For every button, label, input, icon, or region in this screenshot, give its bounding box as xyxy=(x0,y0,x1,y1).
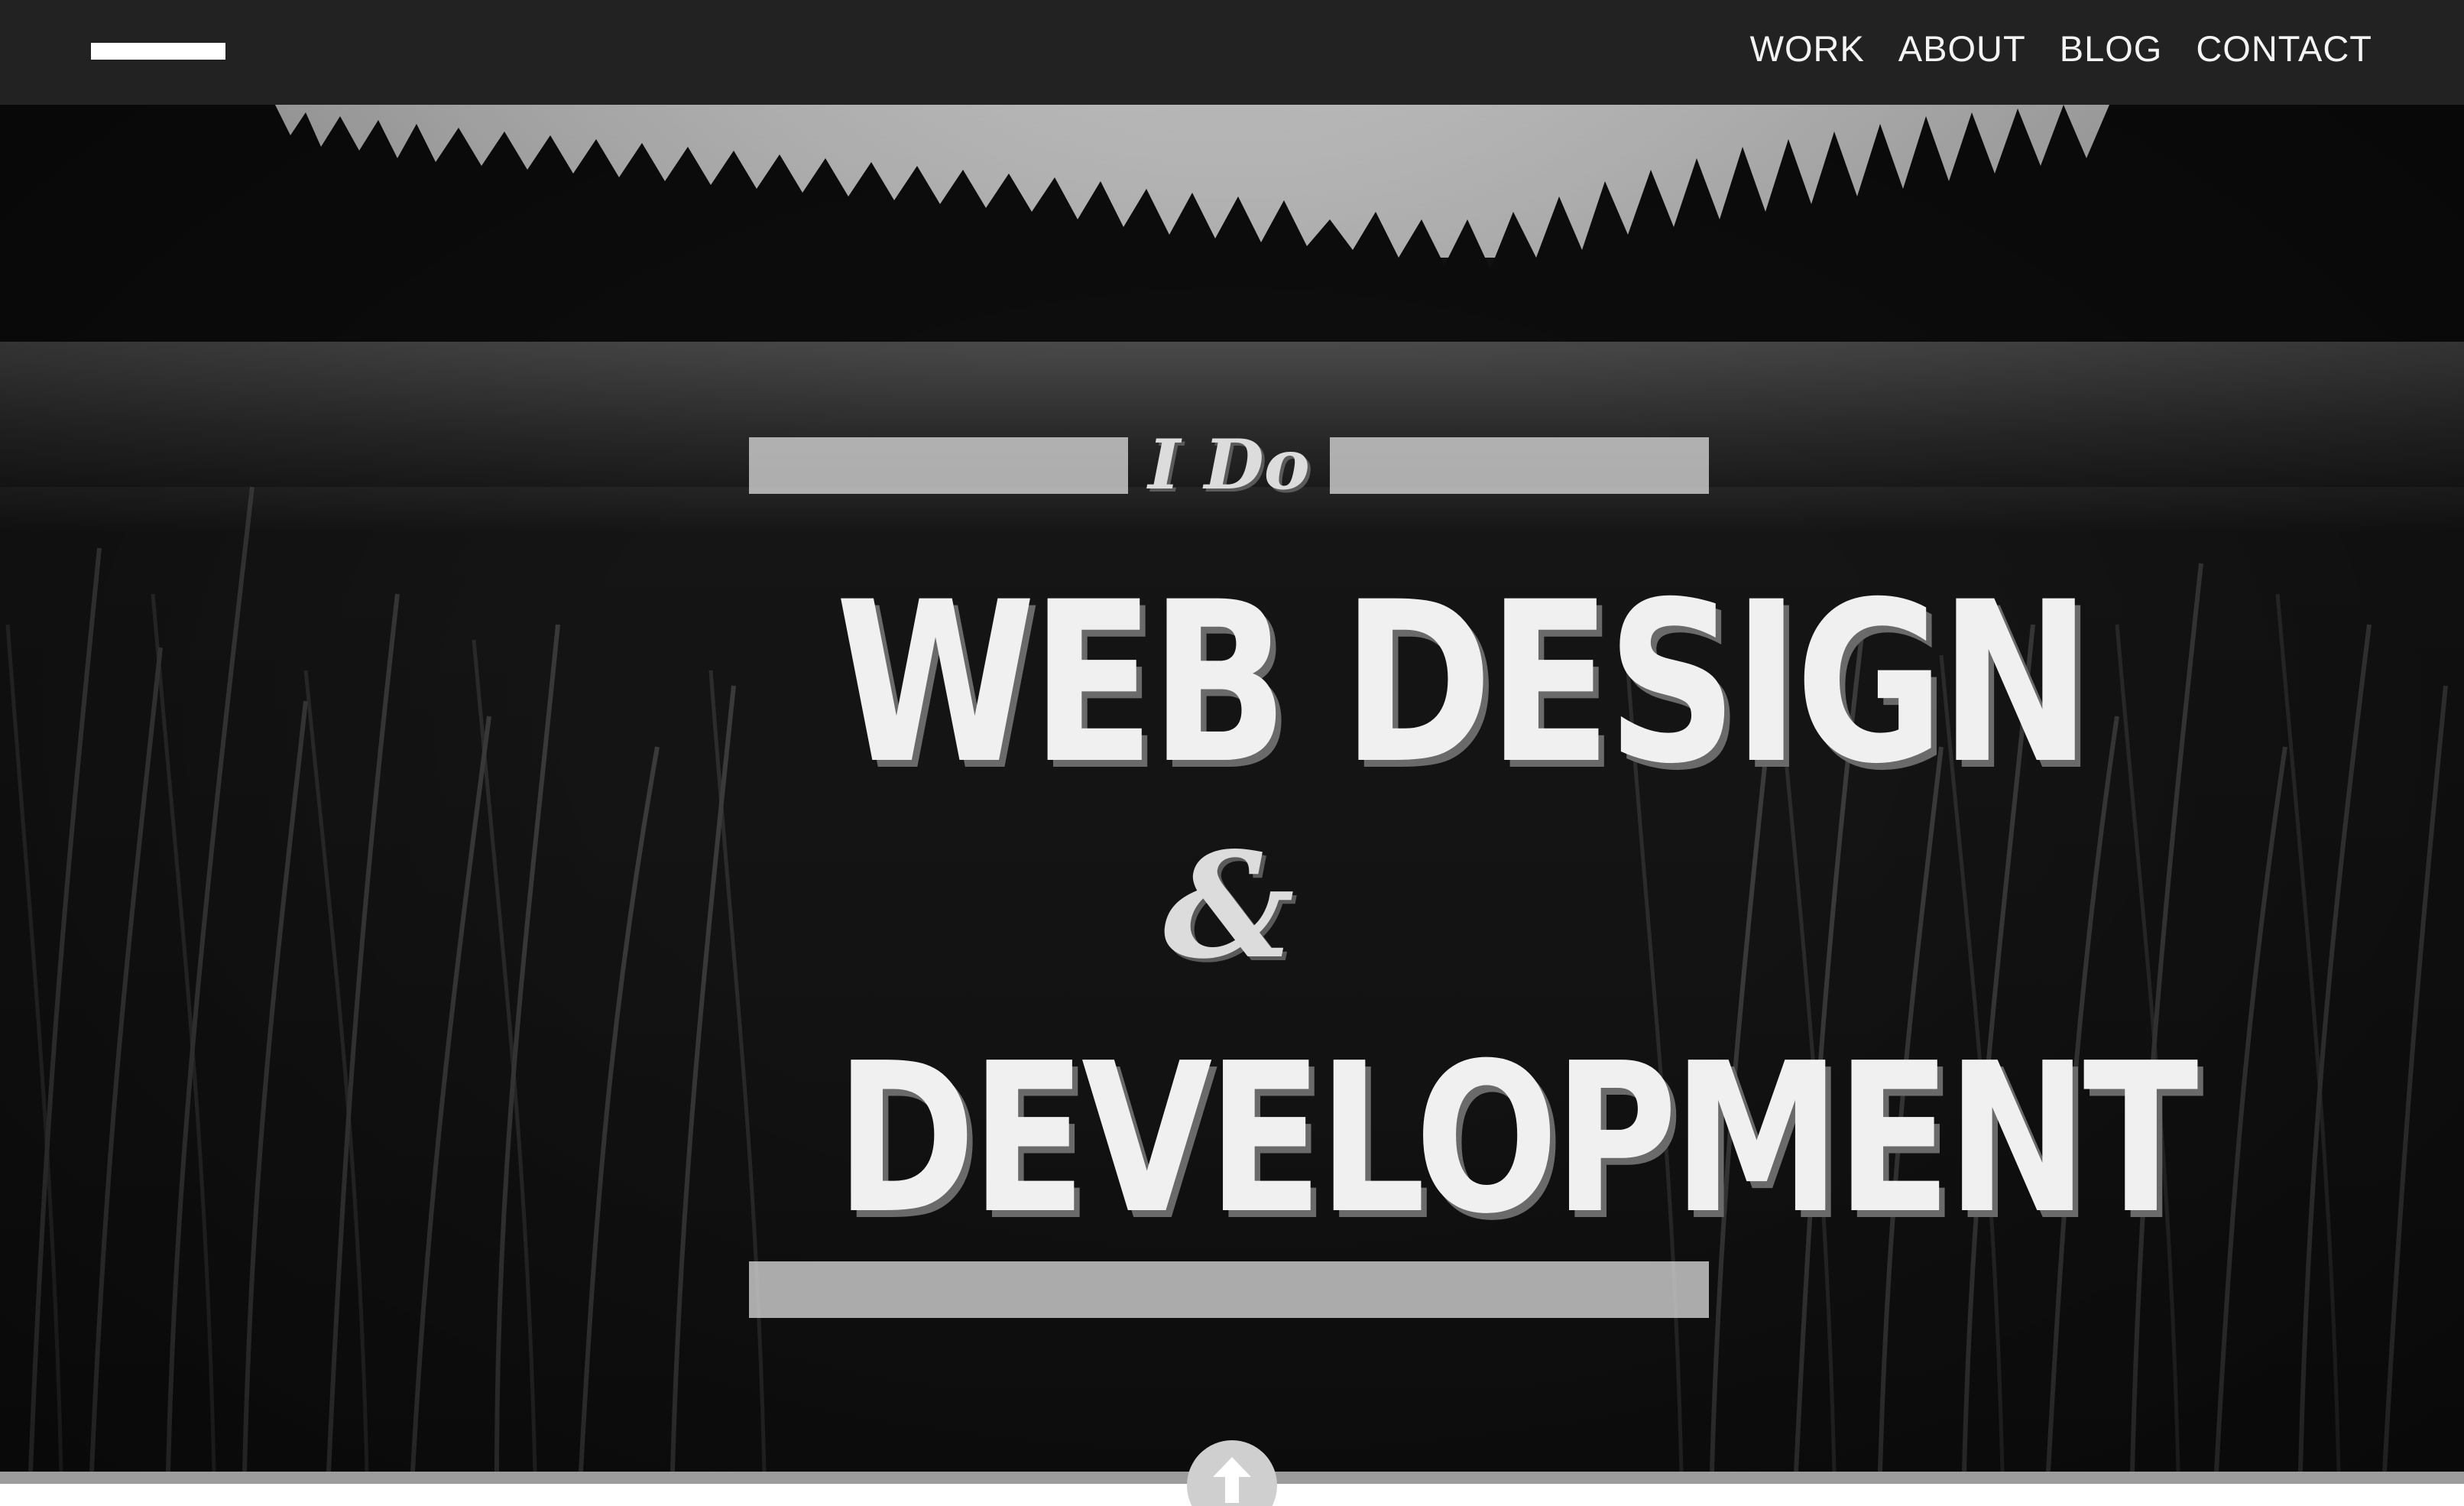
nav-link-work[interactable]: WORK xyxy=(1750,28,1865,70)
main-nav: WORK ABOUT BLOG CONTACT xyxy=(1750,0,2372,96)
accent-bar-left xyxy=(749,437,1128,494)
headline-development: DEVELOPMENT xyxy=(835,1018,2199,1259)
page: WORK ABOUT BLOG CONTACT I Do WEB DESIGN … xyxy=(0,0,2464,1506)
top-navbar: WORK ABOUT BLOG CONTACT xyxy=(0,0,2464,105)
menu-bar-logo[interactable] xyxy=(91,43,225,60)
nav-link-about[interactable]: ABOUT xyxy=(1898,28,2026,70)
hero-headline: I Do WEB DESIGN & DEVELOPMENT xyxy=(749,333,2199,1334)
nav-link-contact[interactable]: CONTACT xyxy=(2196,28,2372,70)
headline-web-design: WEB DESIGN xyxy=(835,555,2092,813)
nav-link-blog[interactable]: BLOG xyxy=(2060,28,2163,70)
headline-intro: I Do xyxy=(1148,424,1310,505)
accent-bar-bottom xyxy=(749,1261,1709,1318)
arrow-up-icon xyxy=(1213,1457,1251,1503)
accent-bar-right xyxy=(1330,437,1709,494)
headline-ampersand: & xyxy=(1163,820,1295,991)
